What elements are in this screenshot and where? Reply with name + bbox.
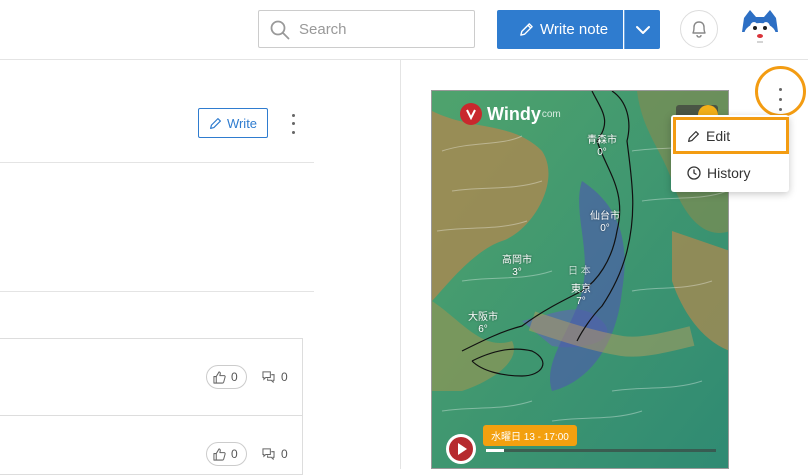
chevron-down-icon bbox=[635, 25, 650, 34]
panel-divider bbox=[400, 60, 401, 469]
more-options-button[interactable] bbox=[285, 111, 301, 137]
thumbs-up-icon bbox=[213, 447, 226, 461]
menu-item-history[interactable]: History bbox=[671, 155, 789, 191]
city-name: 大阪市 bbox=[468, 312, 498, 323]
bell-icon bbox=[692, 21, 706, 38]
city-name: 東京 bbox=[571, 284, 591, 295]
play-button[interactable] bbox=[446, 434, 476, 464]
play-icon bbox=[449, 437, 473, 461]
city-temp: 6° bbox=[478, 324, 488, 335]
like-count: 0 bbox=[231, 447, 238, 461]
highlight-circle bbox=[755, 66, 806, 117]
comment-icon bbox=[262, 448, 275, 460]
comment-count-group[interactable]: 0 bbox=[262, 447, 288, 461]
city-temp: 7° bbox=[576, 296, 586, 307]
avatar[interactable] bbox=[738, 8, 782, 52]
notifications-button[interactable] bbox=[680, 10, 718, 48]
city-temp: 3° bbox=[512, 267, 522, 278]
like-count: 0 bbox=[231, 370, 238, 384]
search-input[interactable] bbox=[299, 19, 464, 39]
clock-icon bbox=[687, 166, 701, 180]
thumbs-up-icon bbox=[213, 370, 226, 384]
separator bbox=[0, 162, 314, 163]
like-button[interactable]: 0 bbox=[206, 442, 247, 466]
menu-item-label: History bbox=[707, 165, 751, 181]
write-note-label: Write note bbox=[540, 21, 609, 38]
write-button-label: Write bbox=[226, 115, 258, 131]
search-box[interactable] bbox=[258, 10, 475, 48]
windy-brand-name: Windy bbox=[487, 103, 541, 124]
like-button[interactable]: 0 bbox=[206, 365, 247, 389]
city-label: 青森市 0° bbox=[587, 135, 617, 159]
pencil-icon bbox=[520, 23, 533, 36]
comment-icon bbox=[262, 371, 275, 383]
timeline-progress bbox=[486, 449, 505, 452]
comment-count: 0 bbox=[281, 370, 288, 384]
city-name: 高岡市 bbox=[502, 255, 532, 266]
windy-brand-suffix: com bbox=[541, 108, 561, 120]
top-bar: Write note bbox=[0, 0, 808, 60]
list-item: 0 0 bbox=[0, 415, 303, 475]
city-name: 仙台市 bbox=[590, 211, 620, 222]
write-note-button[interactable]: Write note bbox=[497, 10, 623, 49]
city-label: 仙台市 0° bbox=[590, 211, 620, 235]
city-temp: 0° bbox=[597, 147, 607, 158]
city-label: 大阪市 6° bbox=[468, 312, 498, 336]
write-button[interactable]: Write bbox=[198, 108, 268, 138]
city-temp: 0° bbox=[600, 223, 610, 234]
city-label: 東京 7° bbox=[571, 284, 591, 308]
city-label: 高岡市 3° bbox=[502, 255, 532, 279]
pencil-icon bbox=[209, 117, 221, 129]
windy-logo-icon bbox=[460, 103, 482, 125]
separator bbox=[0, 291, 314, 292]
windy-logo: Windy com bbox=[460, 103, 561, 125]
write-note-dropdown-button[interactable] bbox=[624, 10, 660, 49]
search-icon bbox=[270, 20, 290, 40]
timeline-timestamp: 水曜日 13 - 17:00 bbox=[483, 425, 577, 446]
country-label: 日 本 bbox=[568, 266, 591, 277]
comment-count: 0 bbox=[281, 447, 288, 461]
timeline-slider[interactable] bbox=[486, 449, 716, 452]
edit-highlight-box bbox=[673, 117, 789, 154]
city-name: 青森市 bbox=[587, 135, 617, 146]
comment-count-group[interactable]: 0 bbox=[262, 370, 288, 384]
list-item: 0 0 bbox=[0, 338, 303, 416]
